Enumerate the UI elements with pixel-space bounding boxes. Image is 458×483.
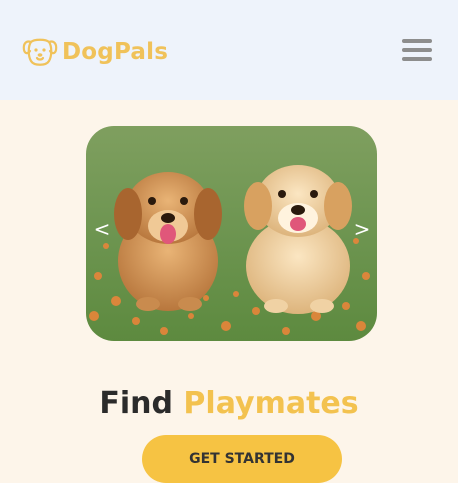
menu-bar (402, 48, 432, 52)
brand-name: DogPals (62, 39, 169, 65)
hamburger-menu-icon[interactable] (402, 39, 432, 61)
puppies-photo (86, 126, 377, 341)
carousel-prev-button[interactable]: < (92, 214, 112, 244)
menu-bar (402, 57, 432, 61)
get-started-button[interactable]: GET STARTED (142, 435, 342, 483)
hero-title-part1: Find (99, 386, 173, 421)
menu-bar (402, 39, 432, 43)
top-navbar: DogPals (0, 0, 458, 100)
dog-face-icon (22, 38, 58, 66)
brand-logo[interactable]: DogPals (22, 36, 168, 68)
hero-title: Find Playmates (0, 384, 458, 424)
carousel-next-button[interactable]: > (352, 214, 372, 244)
puppy-photo-carousel[interactable] (86, 126, 377, 341)
hero-title-part2: Playmates (183, 386, 359, 421)
